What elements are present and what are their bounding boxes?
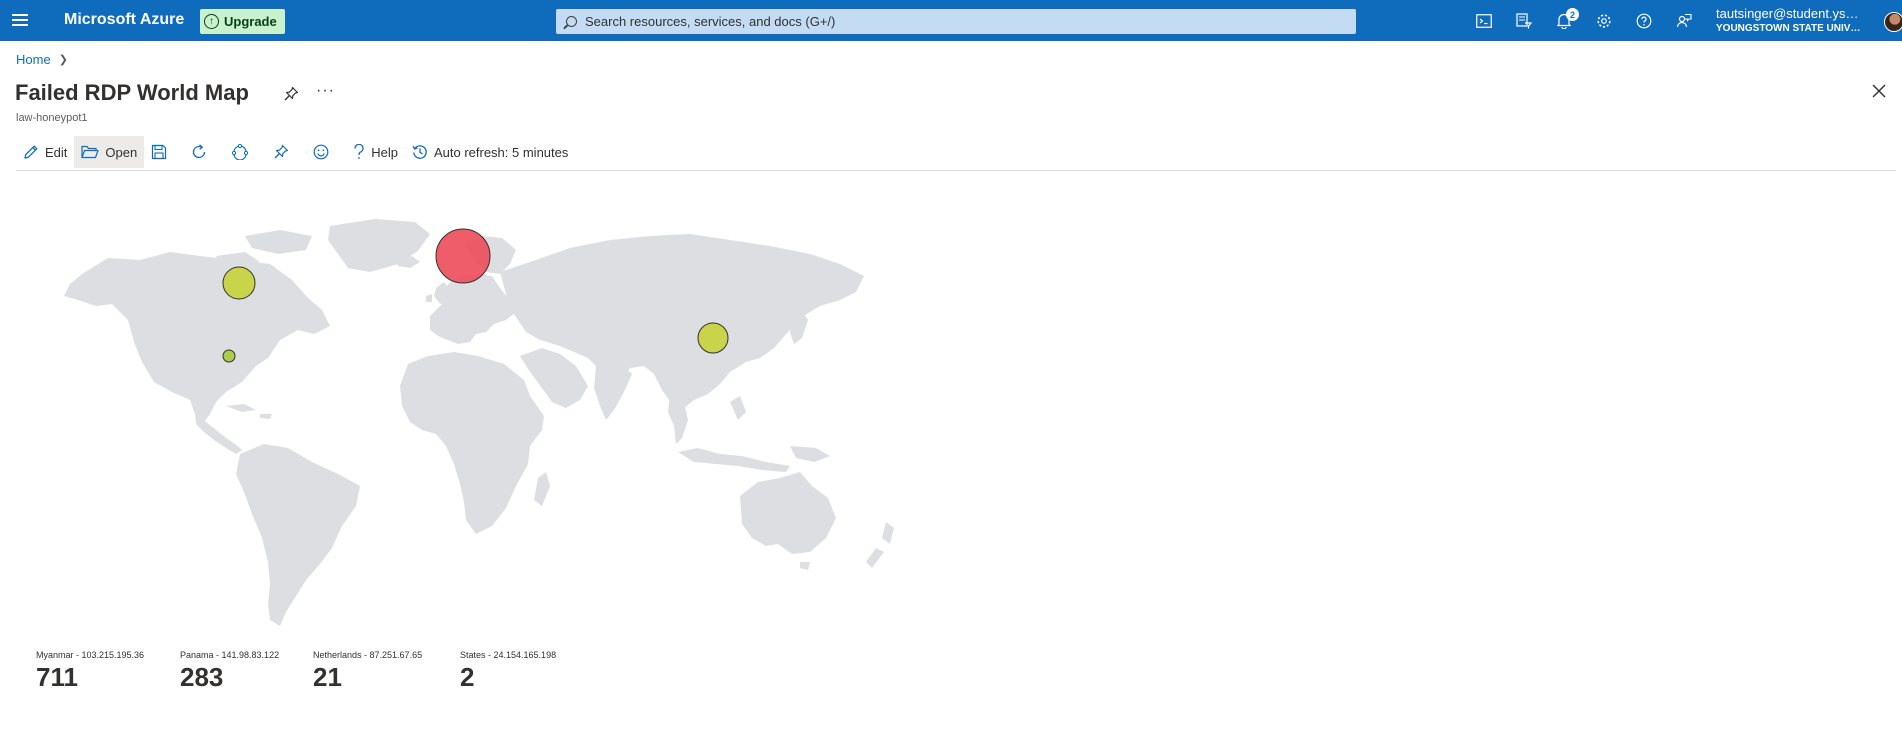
pin-icon[interactable] (283, 86, 301, 104)
user-email: tautsinger@student.ysu.... (1716, 7, 1864, 21)
save-icon (152, 144, 167, 160)
folder-open-icon (81, 145, 100, 159)
stat-tile-value: 21 (313, 662, 342, 692)
edit-button[interactable]: Edit (16, 136, 74, 168)
refresh-button[interactable] (184, 136, 214, 168)
stat-tile-label: Netherlands - 87.251.67.65 (313, 650, 423, 660)
account-menu[interactable]: tautsinger@student.ysu.... YOUNGSTOWN ST… (1716, 7, 1864, 34)
stat-tile-label: Panama - 141.98.83.122 (180, 650, 280, 660)
search-input[interactable]: Search resources, services, and docs (G+… (556, 9, 1356, 34)
brand-title[interactable]: Microsoft Azure (64, 11, 184, 29)
pin-to-dashboard-button[interactable] (266, 136, 296, 168)
auto-refresh-label: Auto refresh: 5 minutes (433, 144, 569, 160)
feedback-button[interactable] (306, 136, 336, 168)
stat-tile-label: Myanmar - 103.215.195.36 (36, 650, 145, 660)
directory-filter-icon[interactable] (1504, 0, 1544, 41)
upgrade-label: Upgrade (224, 14, 277, 29)
help-label: Help (371, 144, 398, 160)
share-icon (232, 144, 249, 160)
chevron-right-icon: ❯ (58, 54, 68, 66)
help-button[interactable]: Help (346, 136, 405, 168)
page-title: Failed RDP World Map (15, 80, 249, 105)
open-button[interactable]: Open (74, 136, 145, 168)
question-icon (354, 144, 364, 159)
cloud-shell-icon[interactable] (1464, 0, 1504, 41)
stat-tile-states[interactable]: States - 24.154.165.198 2 (460, 650, 610, 693)
page-subtitle: law-honeypot1 (16, 112, 88, 124)
avatar[interactable] (1884, 12, 1902, 32)
settings-icon[interactable] (1584, 0, 1624, 41)
pin-icon (274, 144, 289, 159)
world-map[interactable] (30, 216, 930, 646)
notification-badge: 2 (1566, 8, 1579, 21)
top-bar: Microsoft Azure ↑ Upgrade Search resourc… (0, 0, 1902, 41)
edit-label: Edit (45, 144, 68, 160)
open-label: Open (105, 144, 138, 160)
map-marker-netherlands[interactable] (435, 228, 491, 284)
more-options-button[interactable]: ··· (316, 82, 335, 100)
stat-tiles: Myanmar - 103.215.195.36 711 Panama - 14… (36, 650, 610, 693)
pencil-icon (24, 145, 38, 159)
history-icon (412, 145, 427, 159)
stat-tile-myanmar[interactable]: Myanmar - 103.215.195.36 711 (36, 650, 180, 693)
map-marker-myanmar[interactable] (697, 322, 729, 354)
map-marker-states[interactable] (222, 266, 256, 300)
stat-tile-netherlands[interactable]: Netherlands - 87.251.67.65 21 (313, 650, 460, 693)
stat-tile-value: 711 (36, 662, 78, 692)
close-icon[interactable] (1872, 84, 1888, 100)
stat-tile-label: States - 24.154.165.198 (460, 650, 557, 660)
user-org: YOUNGSTOWN STATE UNIVERSI... (1716, 23, 1864, 35)
help-icon[interactable] (1624, 0, 1664, 41)
feedback-icon[interactable] (1664, 0, 1704, 41)
arrow-up-circle-icon: ↑ (204, 14, 219, 29)
stat-tile-panama[interactable]: Panama - 141.98.83.122 283 (180, 650, 313, 693)
upgrade-button[interactable]: ↑ Upgrade (200, 9, 285, 34)
auto-refresh-button[interactable]: Auto refresh: 5 minutes (405, 136, 575, 168)
smiley-icon (313, 144, 329, 160)
map-marker-panama[interactable] (222, 349, 236, 363)
search-placeholder: Search resources, services, and docs (G+… (585, 14, 836, 29)
command-bar: Edit Open Help Auto refresh: 5 minutes (16, 136, 575, 168)
refresh-icon (193, 144, 206, 159)
breadcrumb: Home ❯ (16, 52, 68, 67)
share-button[interactable] (224, 136, 256, 168)
notifications-icon[interactable]: 2 (1544, 0, 1584, 41)
toolbar-divider (16, 170, 1896, 171)
top-icons: 2 (1464, 0, 1704, 41)
stat-tile-value: 283 (180, 662, 224, 692)
breadcrumb-home-link[interactable]: Home (16, 52, 51, 67)
stat-tile-value: 2 (460, 662, 475, 692)
search-icon (566, 16, 577, 27)
map-land (64, 219, 894, 626)
save-button[interactable] (144, 136, 174, 168)
portal-menu-icon[interactable] (12, 11, 30, 29)
